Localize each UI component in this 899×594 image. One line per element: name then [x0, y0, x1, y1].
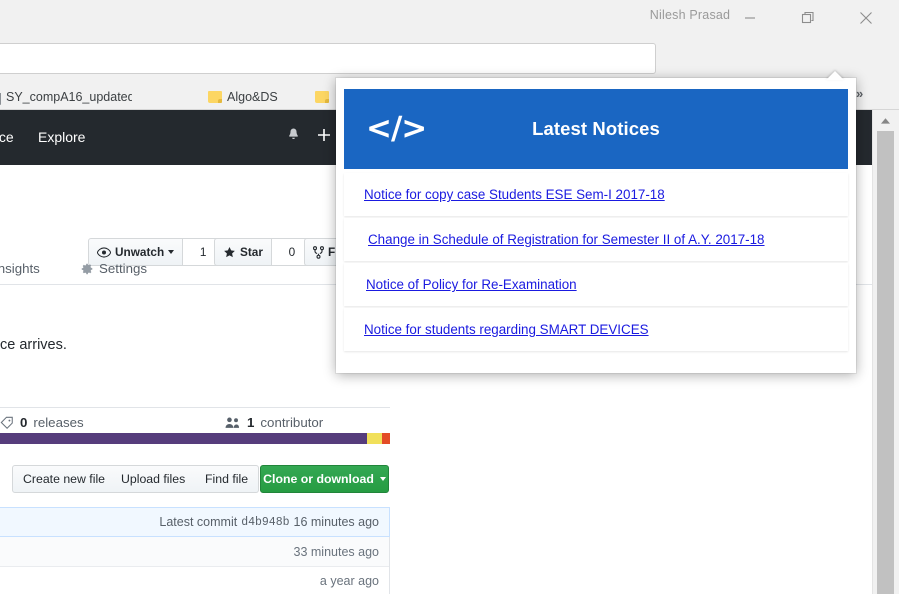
list-item[interactable]: Notice for copy case Students ESE Sem-I …	[344, 173, 848, 216]
popup-header: </> Latest Notices	[344, 89, 848, 169]
list-item[interactable]: Notice of Policy for Re-Examination	[344, 263, 848, 306]
scrollbar-thumb[interactable]	[877, 131, 894, 594]
bookmarks-overflow-chevron-icon[interactable]: »	[856, 86, 863, 101]
language-tertiary	[382, 433, 390, 444]
repo-tab-insights[interactable]: Insights	[0, 261, 40, 276]
create-new-file-button[interactable]: Create new file	[12, 465, 117, 493]
popup-pointer-caret	[826, 71, 844, 80]
plus-icon[interactable]	[316, 127, 332, 143]
table-row[interactable]: a year ago	[0, 566, 389, 594]
file-list: 33 minutes ago a year ago API an hour ag…	[0, 537, 390, 594]
language-primary	[0, 433, 367, 444]
table-row[interactable]: 33 minutes ago	[0, 537, 389, 566]
document-icon	[0, 88, 1, 105]
nav-link-explore[interactable]: Explore	[38, 129, 85, 145]
browser-window: Nilesh Prasad SY_compA16_updated Algo&DS…	[0, 0, 899, 594]
tag-icon	[0, 416, 13, 429]
section-divider	[0, 407, 390, 408]
notice-link[interactable]: Notice for copy case Students ESE Sem-I …	[344, 187, 665, 202]
notice-link[interactable]: Notice for students regarding SMART DEVI…	[344, 322, 649, 337]
address-bar-input[interactable]	[0, 43, 656, 74]
latest-commit-bar: Latest commit d4b948b 16 minutes ago	[0, 507, 390, 537]
repo-action-row: Create new file Upload files Find file C…	[0, 465, 390, 495]
bookmark-item-folder-2[interactable]	[315, 86, 334, 107]
file-age: 33 minutes ago	[293, 544, 379, 559]
find-file-button[interactable]: Find file	[195, 465, 260, 493]
releases-label: releases	[33, 415, 84, 430]
fork-icon	[313, 245, 324, 259]
clone-or-download-label: Clone or download	[263, 472, 374, 486]
people-icon	[225, 417, 240, 428]
notice-link[interactable]: Change in Schedule of Registration for S…	[344, 232, 765, 247]
unwatch-label: Unwatch	[115, 245, 165, 259]
contributors-label: contributor	[260, 415, 324, 430]
gear-icon	[81, 263, 93, 274]
eye-icon	[97, 246, 111, 258]
notice-link[interactable]: Notice of Policy for Re-Examination	[344, 277, 577, 292]
nav-link-marketplace[interactable]: lace	[0, 129, 14, 145]
bookmark-label: SY_compA16_updated	[6, 89, 132, 104]
scroll-up-arrow-icon[interactable]	[872, 112, 899, 130]
latest-notices-popup: </> Latest Notices Notice for copy case …	[336, 78, 856, 373]
latest-commit-prefix: Latest commit	[159, 515, 238, 529]
repo-stat-contributors[interactable]: 1 contributor	[225, 415, 323, 430]
file-age: a year ago	[319, 574, 379, 588]
code-brackets-icon: </>	[366, 110, 427, 147]
star-button-group[interactable]: Star 0	[214, 238, 313, 266]
chevron-down-icon	[168, 250, 175, 254]
releases-count: 0	[20, 415, 28, 430]
fork-label: F	[328, 245, 336, 259]
latest-commit-sha[interactable]: d4b948b	[241, 516, 289, 529]
repo-stat-releases[interactable]: 0 releases	[0, 415, 84, 430]
latest-commit-age: 16 minutes ago	[293, 515, 379, 529]
browser-toolbar: {}	[0, 35, 899, 108]
bookmark-item-folder-algods[interactable]: Algo&DS	[208, 86, 278, 107]
folder-icon	[208, 90, 222, 103]
repo-description: ce arrives.	[0, 337, 67, 353]
bookmark-label: Algo&DS	[227, 89, 278, 104]
star-button[interactable]: Star	[215, 239, 271, 265]
window-titlebar: Nilesh Prasad	[0, 0, 899, 35]
list-item[interactable]: Change in Schedule of Registration for S…	[344, 218, 848, 261]
folder-icon	[315, 90, 329, 103]
window-close-button[interactable]	[843, 0, 889, 35]
bookmark-item-page[interactable]: SY_compA16_updated	[0, 86, 132, 107]
repo-tab-label: Insights	[0, 261, 40, 276]
star-label: Star	[240, 245, 263, 259]
repo-tab-settings[interactable]: Settings	[80, 261, 147, 276]
contributors-count: 1	[247, 415, 255, 430]
clone-or-download-button[interactable]: Clone or download	[260, 465, 389, 493]
chevron-down-icon	[379, 477, 386, 481]
list-item[interactable]: Notice for students regarding SMART DEVI…	[344, 308, 848, 351]
notices-list: Notice for copy case Students ESE Sem-I …	[344, 173, 848, 353]
notifications-bell-icon[interactable]	[286, 127, 301, 143]
star-icon	[224, 246, 235, 257]
window-minimize-button[interactable]	[727, 0, 773, 35]
upload-files-button[interactable]: Upload files	[111, 465, 197, 493]
repo-tab-label: Settings	[99, 261, 148, 276]
window-maximize-button[interactable]	[785, 0, 831, 35]
language-secondary	[366, 433, 383, 444]
language-bar[interactable]	[0, 433, 390, 444]
